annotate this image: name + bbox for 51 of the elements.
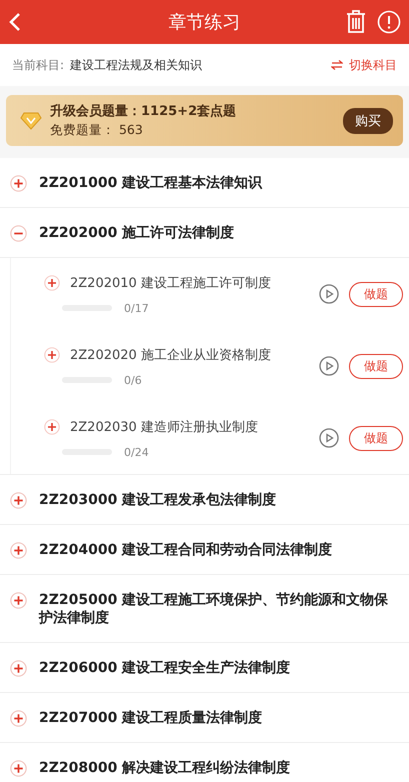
chapter-title: 2Z206000 建设工程安全生产法律制度 (39, 659, 290, 677)
chapter-title: 2Z207000 建设工程质量法律制度 (39, 709, 262, 727)
chapter-row[interactable]: 2Z205000 建设工程施工环境保护、节约能源和文物保护法律制度 (0, 575, 409, 643)
diamond-icon (20, 112, 42, 130)
play-icon[interactable] (319, 428, 339, 448)
swap-icon[interactable] (331, 60, 343, 70)
plus-icon[interactable] (44, 419, 60, 435)
play-icon[interactable] (319, 356, 339, 376)
vip-quota: 升级会员题量：1125+2套点题 (50, 103, 236, 120)
practice-button[interactable]: 做题 (349, 426, 403, 450)
progress-count: 0/24 (124, 446, 149, 458)
plus-icon[interactable] (44, 347, 60, 363)
info-icon[interactable] (377, 10, 401, 34)
plus-icon[interactable] (10, 660, 27, 677)
plus-icon[interactable] (10, 760, 27, 777)
back-icon[interactable] (8, 12, 22, 32)
plus-icon[interactable] (10, 542, 27, 559)
play-icon[interactable] (319, 284, 339, 304)
chapter-title: 2Z203000 建设工程发承包法律制度 (39, 491, 276, 509)
free-quota: 免费题量： 563 (50, 122, 144, 139)
buy-button[interactable]: 购买 (343, 108, 393, 134)
plus-icon[interactable] (10, 592, 27, 609)
plus-icon[interactable] (10, 492, 27, 509)
progress-count: 0/6 (124, 374, 142, 386)
chapter-row[interactable]: 2Z203000 建设工程发承包法律制度 (0, 475, 409, 525)
chapter-title: 2Z202000 施工许可法律制度 (39, 224, 234, 242)
section-title: 2Z202010 建设工程施工许可制度 (70, 274, 271, 292)
chapter-row[interactable]: 2Z204000 建设工程合同和劳动合同法律制度 (0, 525, 409, 575)
subject-name: 建设工程法规及相关知识 (70, 56, 202, 74)
section-title: 2Z202030 建造师注册执业制度 (70, 418, 258, 436)
practice-button[interactable]: 做题 (349, 282, 403, 306)
plus-icon[interactable] (10, 175, 27, 192)
chapter-title: 2Z204000 建设工程合同和劳动合同法律制度 (39, 541, 332, 559)
chapter-row[interactable]: 2Z207000 建设工程质量法律制度 (0, 693, 409, 743)
trash-icon[interactable] (345, 10, 367, 34)
subject-label: 当前科目: (12, 56, 64, 74)
chapter-title: 2Z208000 解决建设工程纠纷法律制度 (39, 759, 290, 777)
chapter-row[interactable]: 2Z201000 建设工程基本法律知识 (0, 158, 409, 208)
plus-icon[interactable] (10, 710, 27, 727)
page-title: 章节练习 (168, 12, 240, 33)
chapter-row[interactable]: 2Z206000 建设工程安全生产法律制度 (0, 643, 409, 693)
chapter-title: 2Z205000 建设工程施工环境保护、节约能源和文物保护法律制度 (39, 591, 390, 627)
practice-button[interactable]: 做题 (349, 354, 403, 378)
chapter-row[interactable]: 2Z202000 施工许可法律制度 (0, 208, 409, 258)
chapter-title: 2Z201000 建设工程基本法律知识 (39, 174, 262, 192)
chapter-row[interactable]: 2Z208000 解决建设工程纠纷法律制度 (0, 743, 409, 782)
minus-icon[interactable] (10, 225, 27, 242)
switch-subject-link[interactable]: 切换科目 (349, 56, 397, 74)
plus-icon[interactable] (44, 275, 60, 291)
progress-count: 0/17 (124, 302, 149, 314)
section-title: 2Z202020 施工企业从业资格制度 (70, 346, 271, 364)
